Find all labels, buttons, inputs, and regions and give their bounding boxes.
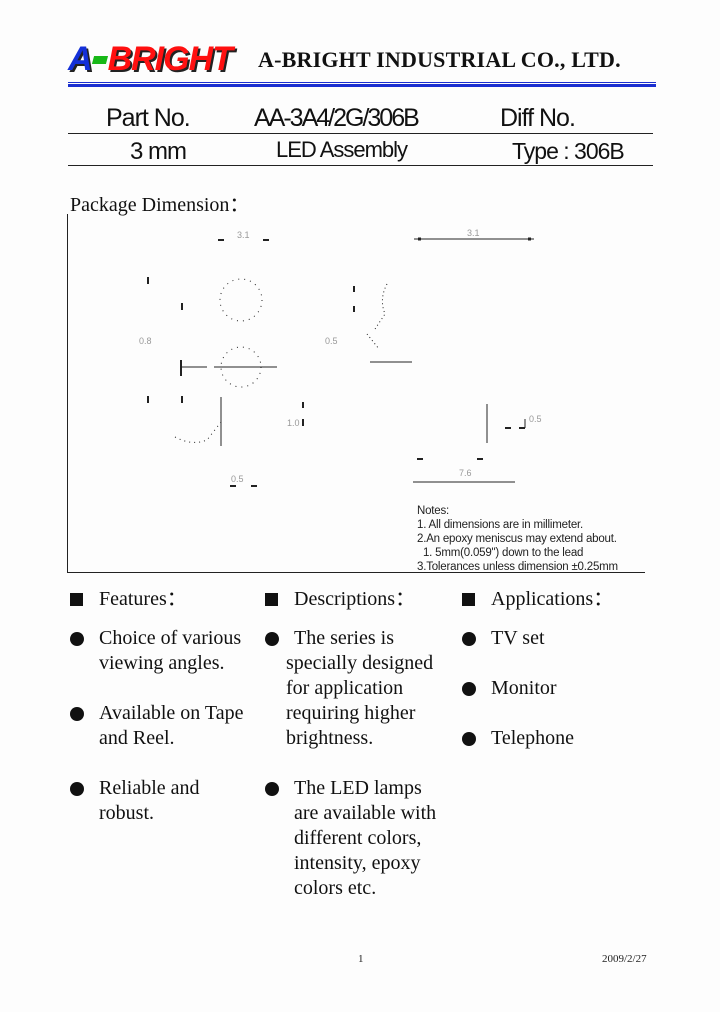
- features-title: Features：: [99, 588, 187, 610]
- square-bullet-icon: [462, 593, 475, 606]
- dim-label: 0.8: [139, 336, 152, 346]
- page-number: 1: [358, 953, 364, 965]
- list-item: Available on Tape and Reel.: [99, 702, 244, 749]
- logo-dash: [91, 56, 108, 64]
- lens-top-circle: [219, 278, 263, 322]
- package-notes: Notes: 1. All dimensions are in millimet…: [417, 504, 618, 574]
- bullet-icon: [462, 732, 476, 746]
- bullet-icon: [70, 632, 84, 646]
- header-rule-thin: [68, 82, 656, 83]
- lead-bend: [174, 421, 222, 443]
- dim-label: 7.6: [459, 468, 472, 478]
- note-line: 1. 5mm(0.059") down to the lead: [417, 547, 584, 559]
- dim-label: 3.1: [237, 230, 250, 240]
- dim-label: 0.5: [231, 474, 244, 484]
- dim-label: 3.1: [467, 228, 480, 238]
- note-line: 2.An epoxy meniscus may extend about.: [417, 533, 617, 545]
- notes-heading: Notes:: [417, 505, 450, 517]
- logo-word-bright: BRIGHT: [107, 40, 233, 78]
- list-item: TV set: [491, 627, 545, 649]
- features-section: Features： Choice of various viewing angl…: [70, 587, 265, 826]
- square-bullet-icon: [265, 593, 278, 606]
- square-bullet-icon: [70, 593, 83, 606]
- list-item: Telephone: [491, 727, 575, 749]
- dim-label: 0.5: [325, 336, 338, 346]
- descriptions-section: Descriptions： The series is specially de…: [265, 587, 465, 901]
- list-item: Monitor: [491, 677, 557, 699]
- bullet-icon: [265, 782, 279, 796]
- package-dimension-title: Package Dimension：: [70, 194, 250, 216]
- note-line: 3.Tolerances unless dimension ±0.25mm: [417, 561, 618, 573]
- list-item-continuation: specially designed for application requi…: [286, 652, 434, 749]
- brand-logo: A BRIGHT: [68, 40, 233, 78]
- dim-label: 0.5: [529, 414, 542, 424]
- list-item: Choice of various viewing angles.: [99, 627, 242, 674]
- part-no-value: AA-3A4/2G/306B: [254, 104, 420, 132]
- type-value: Type : 306B: [512, 138, 625, 164]
- note-line: 1. All dimensions are in millimeter.: [417, 519, 584, 531]
- descriptions-title: Descriptions：: [294, 588, 416, 610]
- logo-letter-a: A: [68, 40, 93, 78]
- dim-label: 1.0: [287, 418, 300, 428]
- list-item: The series is: [294, 627, 394, 649]
- table-divider: [68, 133, 653, 134]
- table-bottom-rule: [68, 165, 653, 166]
- bullet-icon: [462, 632, 476, 646]
- size-value: 3 mm: [130, 138, 187, 165]
- applications-title: Applications：: [491, 588, 614, 610]
- header-rule-thick: [68, 84, 656, 87]
- bullet-icon: [462, 682, 476, 696]
- diff-no-label: Diff No.: [500, 104, 576, 132]
- bullet-icon: [265, 632, 279, 646]
- lens-profile: [366, 283, 388, 350]
- list-item: The LED lamps are available with differe…: [294, 777, 437, 899]
- part-no-label: Part No.: [106, 104, 191, 132]
- bullet-icon: [70, 782, 84, 796]
- product-value: LED Assembly: [276, 137, 408, 162]
- document-date: 2009/2/27: [602, 953, 647, 965]
- applications-section: Applications： TV set Monitor Telephone: [462, 587, 662, 751]
- company-name: A-BRIGHT INDUSTRIAL CO., LTD.: [258, 47, 621, 72]
- list-item: Reliable and robust.: [99, 777, 200, 824]
- bullet-icon: [70, 707, 84, 721]
